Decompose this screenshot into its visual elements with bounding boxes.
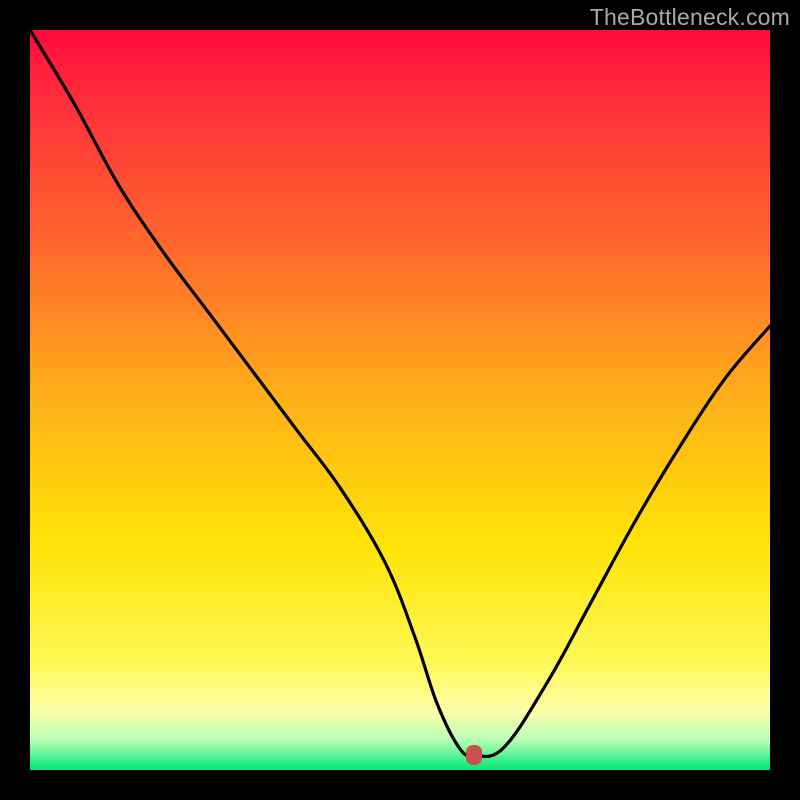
optimal-marker <box>466 745 482 765</box>
chart-frame: TheBottleneck.com <box>0 0 800 800</box>
watermark-text: TheBottleneck.com <box>590 4 790 31</box>
bottleneck-curve <box>30 30 770 770</box>
plot-area <box>30 30 770 770</box>
